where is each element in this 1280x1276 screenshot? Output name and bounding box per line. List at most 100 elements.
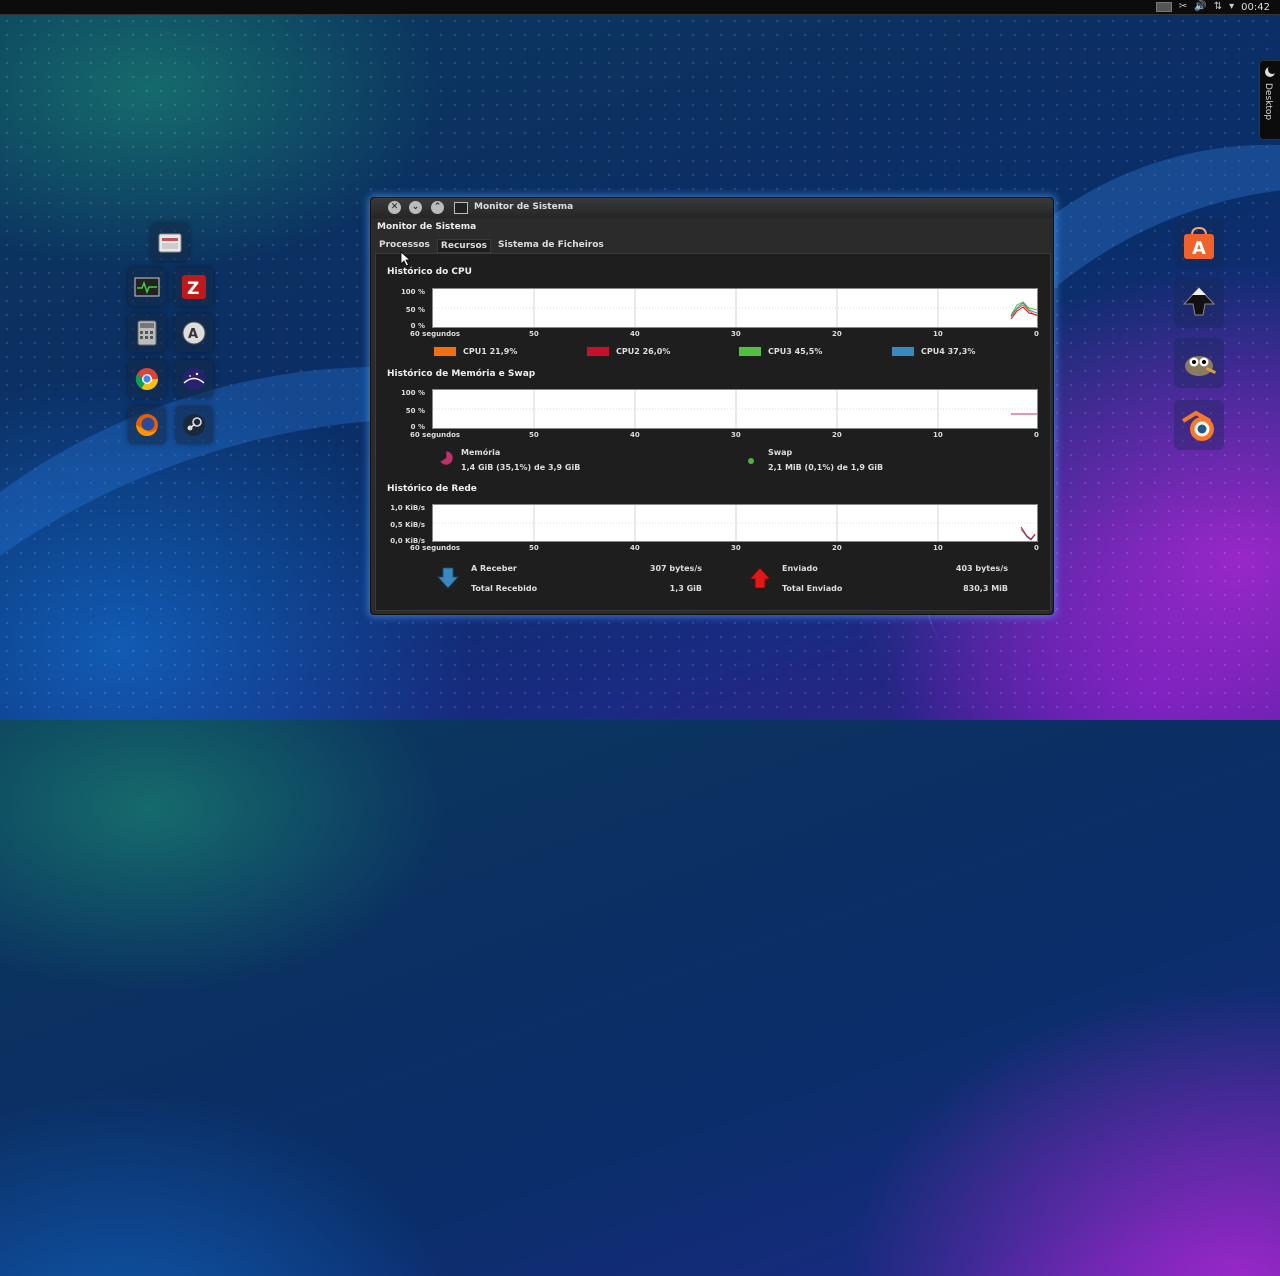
dock-calculator[interactable] (128, 314, 166, 352)
clock[interactable]: 00:42 (1241, 2, 1270, 13)
total-sent-value: 830,3 MiB (963, 584, 1008, 593)
net-x-tick: 30 (731, 544, 741, 552)
swap-pie-icon[interactable] (747, 457, 755, 465)
dock-system-monitor[interactable] (128, 268, 166, 306)
receiving-label: A Receber (471, 564, 517, 573)
memory-pie-icon[interactable] (438, 450, 454, 466)
memory-history-heading: Histórico de Memória e Swap (387, 369, 536, 379)
mem-x-tick: 50 (529, 431, 539, 439)
cpu3-legend[interactable]: CPU3 45,5% (738, 346, 822, 357)
cpu2-legend[interactable]: CPU2 26,0% (586, 346, 670, 357)
volume-icon[interactable]: 🔊 (1194, 0, 1206, 14)
keyboard-icon[interactable] (1155, 2, 1172, 12)
mouse-cursor-icon (400, 251, 412, 267)
cpu1-color-swatch[interactable] (433, 346, 457, 357)
cpu2-label: CPU2 26,0% (616, 347, 671, 356)
close-button[interactable]: ✕ (388, 201, 401, 214)
maximize-button[interactable]: ⌃ (431, 201, 444, 214)
file-manager-icon (158, 233, 182, 253)
dock-file-manager[interactable] (151, 223, 189, 261)
desktop-tab-label: Desktop (1263, 83, 1273, 121)
gimp-icon (1185, 356, 1217, 376)
window-title: Monitor de Sistema (474, 202, 574, 212)
dock-gimp[interactable] (1174, 338, 1224, 388)
sent-rate: 403 bytes/s (955, 564, 1008, 573)
network-icon[interactable]: ⇅ (1214, 0, 1222, 14)
cpu4-legend[interactable]: CPU4 37,3% (891, 346, 975, 357)
cpu-y-tick: 50 % (405, 306, 425, 314)
cpu1-label: CPU1 21,9% (463, 347, 518, 356)
system-monitor-icon (134, 277, 160, 297)
dock-stellarium[interactable] (175, 360, 213, 398)
cpu-y-tick: 100 % (400, 288, 425, 296)
menu-arrow-icon[interactable]: ▾ (1229, 0, 1234, 14)
cpu3-label: CPU3 45,5% (768, 347, 823, 356)
dock-app-store[interactable]: A (1174, 218, 1224, 268)
net-y-tick: 1,0 KiB/s (390, 504, 425, 512)
tools-icon[interactable]: ✂ (1179, 0, 1187, 14)
stellarium-icon (183, 368, 205, 390)
system-monitor-icon (454, 202, 468, 214)
cpu3-color-swatch[interactable] (738, 346, 762, 357)
swap-value: 2,1 MiB (0,1%) de 1,9 GiB (768, 463, 884, 472)
resources-panel: Histórico do CPU 100 % 50 % 0 % 60 segun… (375, 253, 1051, 611)
calculator-icon (137, 320, 157, 346)
download-arrow-icon[interactable] (436, 566, 460, 590)
mem-x-tick: 0 (1034, 431, 1039, 439)
net-y-tick: 0,5 KiB/s (390, 521, 425, 529)
network-sent-line (1020, 526, 1036, 540)
top-panel: ✂ 🔊 ⇅ ▾ 00:42 (0, 0, 1280, 15)
total-sent-label: Total Enviado (782, 584, 843, 593)
total-received-value: 1,3 GiB (669, 584, 702, 593)
dock-blender[interactable] (1174, 400, 1224, 450)
moon-icon (1265, 65, 1277, 77)
window-titlebar[interactable]: ✕ ⌄ ⌃ Monitor de Sistema (371, 198, 1053, 218)
swap-label: Swap (768, 448, 793, 457)
desktop-tab[interactable]: Desktop (1259, 60, 1280, 140)
dock-software-center[interactable]: A (175, 314, 213, 352)
cpu4-color-swatch[interactable] (891, 346, 915, 357)
cpu-history-heading: Histórico do CPU (387, 267, 472, 277)
upload-arrow-icon[interactable] (748, 566, 772, 590)
mem-x-tick: 40 (630, 431, 640, 439)
inkscape-icon (1182, 287, 1216, 316)
firefox-icon (136, 414, 158, 436)
dock-inkscape[interactable] (1174, 278, 1224, 328)
cpu-x-tick: 20 (832, 330, 842, 338)
tab-file-systems[interactable]: Sistema de Ficheiros (495, 239, 607, 253)
svg-text:A: A (1192, 238, 1206, 259)
dock-chrome[interactable] (128, 360, 166, 398)
cpu-x-tick: 30 (731, 330, 741, 338)
filezilla-icon: Z (182, 275, 206, 299)
net-x-tick: 60 segundos (410, 544, 461, 552)
dock-filezilla[interactable]: Z (175, 268, 213, 306)
cpu2-color-swatch[interactable] (586, 346, 610, 357)
memory-label: Memória (461, 448, 501, 457)
cpu-x-tick: 40 (630, 330, 640, 338)
cpu-x-tick: 50 (529, 330, 539, 338)
dock-steam[interactable] (175, 406, 213, 444)
system-monitor-window: ✕ ⌄ ⌃ Monitor de Sistema Monitor de Sist… (370, 197, 1054, 615)
memory-value: 1,4 GiB (35,1%) de 3,9 GiB (461, 463, 581, 472)
cpu1-legend[interactable]: CPU1 21,9% (433, 346, 517, 357)
mem-y-tick: 50 % (405, 407, 425, 415)
minimize-button[interactable]: ⌄ (409, 201, 422, 214)
tab-resources[interactable]: Recursos (436, 239, 492, 253)
receiving-rate: 307 bytes/s (649, 564, 702, 573)
mem-y-tick: 0 % (410, 423, 425, 431)
cpu-x-tick: 10 (933, 330, 943, 338)
network-history-heading: Histórico de Rede (387, 484, 477, 494)
net-x-tick: 20 (832, 544, 842, 552)
cpu-history-graph (432, 288, 1038, 328)
mem-x-tick: 30 (731, 431, 741, 439)
dock-firefox[interactable] (128, 406, 166, 444)
app-menu-title[interactable]: Monitor de Sistema (377, 222, 476, 232)
chrome-icon (135, 368, 158, 390)
mem-y-tick: 100 % (400, 389, 425, 397)
net-x-tick: 10 (933, 544, 943, 552)
cpu4-label: CPU4 37,3% (921, 347, 976, 356)
cpu-y-tick: 0 % (410, 322, 425, 330)
cpu-x-tick: 60 segundos (410, 330, 461, 338)
net-x-tick: 0 (1034, 544, 1039, 552)
memory-history-graph (432, 389, 1038, 429)
